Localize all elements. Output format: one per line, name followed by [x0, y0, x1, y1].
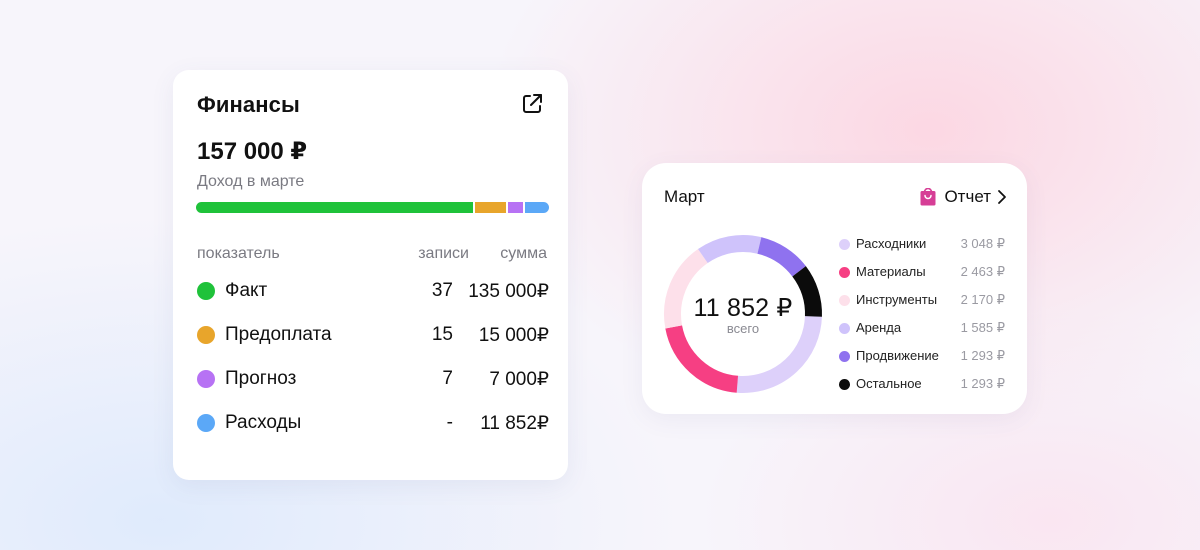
finance-card: Финансы 157 000 ₽ Доход в марте показате…: [173, 70, 568, 480]
legend-value: 2 463 ₽: [960, 264, 1005, 279]
legend-label: Материалы: [856, 264, 926, 279]
status-dot: [197, 326, 215, 344]
status-dot: [197, 282, 215, 300]
chevron-right-icon: [998, 190, 1006, 204]
legend-label: Аренда: [856, 320, 902, 335]
legend-item: Остальное 1 293 ₽: [839, 375, 1005, 403]
row-sum: 135 000₽: [468, 281, 549, 302]
row-sum: 11 852₽: [480, 413, 549, 434]
legend-item: Материалы 2 463 ₽: [839, 263, 1005, 291]
legend-item: Продвижение 1 293 ₽: [839, 347, 1005, 375]
legend-value: 1 293 ₽: [960, 376, 1005, 391]
row-records: 15: [431, 324, 453, 345]
chart-legend: Расходники 3 048 ₽ Материалы 2 463 ₽ Инстр…: [839, 235, 1005, 403]
header-sum: сумма: [500, 245, 547, 262]
legend-item: Расходники 3 048 ₽: [839, 235, 1005, 263]
finance-title: Финансы: [197, 92, 300, 117]
march-title: Март: [664, 187, 705, 206]
shopping-bag-icon: [920, 188, 936, 206]
legend-item: Аренда 1 585 ₽: [839, 319, 1005, 347]
table-row-fact: Факт 37 135 000₽: [197, 279, 549, 305]
table-row-prepayment: Предоплата 15 15 000₽: [197, 323, 549, 349]
legend-dot: [839, 267, 850, 278]
header-indicator: показатель: [197, 245, 280, 262]
table-row-forecast: Прогноз 7 7 000₽: [197, 367, 549, 393]
table-row-expenses: Расходы - 11 852₽: [197, 411, 549, 437]
legend-value: 2 170 ₽: [960, 292, 1005, 307]
legend-dot: [839, 239, 850, 250]
row-sum: 15 000₽: [478, 325, 549, 346]
income-amount: 157 000 ₽: [197, 138, 308, 165]
row-records: 37: [431, 280, 453, 301]
row-name: Прогноз: [225, 368, 297, 389]
header-records: записи: [418, 245, 469, 262]
legend-value: 1 293 ₽: [960, 348, 1005, 363]
legend-label: Продвижение: [856, 348, 939, 363]
progress-segment: [196, 202, 474, 213]
legend-value: 1 585 ₽: [960, 320, 1005, 335]
external-link-icon[interactable]: [520, 92, 544, 116]
row-sum: 7 000₽: [489, 369, 549, 390]
status-dot: [197, 370, 215, 388]
progress-segment: [508, 202, 523, 213]
legend-label: Остальное: [856, 376, 922, 391]
legend-dot: [839, 323, 850, 334]
legend-label: Расходники: [856, 236, 927, 251]
donut-caption: всего: [726, 321, 760, 336]
legend-label: Инструменты: [856, 292, 938, 307]
table-header: показатель записи сумма: [197, 245, 547, 265]
legend-dot: [839, 379, 850, 390]
row-name: Предоплата: [225, 324, 332, 345]
donut-total: 11 852 ₽: [693, 294, 793, 322]
report-button[interactable]: Отчет: [920, 185, 1007, 209]
report-label: Отчет: [944, 187, 991, 206]
row-records: 7: [442, 368, 453, 389]
progress-segment: [475, 202, 507, 213]
march-card: Март Отчет 11 852 ₽ всего Расходники 3 04…: [642, 163, 1027, 414]
income-subtitle: Доход в марте: [197, 173, 305, 190]
income-progress-bar: [196, 202, 550, 213]
legend-dot: [839, 295, 850, 306]
row-records: -: [446, 412, 453, 433]
legend-dot: [839, 351, 850, 362]
legend-item: Инструменты 2 170 ₽: [839, 291, 1005, 319]
row-name: Факт: [225, 280, 268, 301]
legend-value: 3 048 ₽: [960, 236, 1005, 251]
progress-segment: [524, 202, 550, 213]
status-dot: [197, 414, 215, 432]
row-name: Расходы: [225, 412, 302, 433]
